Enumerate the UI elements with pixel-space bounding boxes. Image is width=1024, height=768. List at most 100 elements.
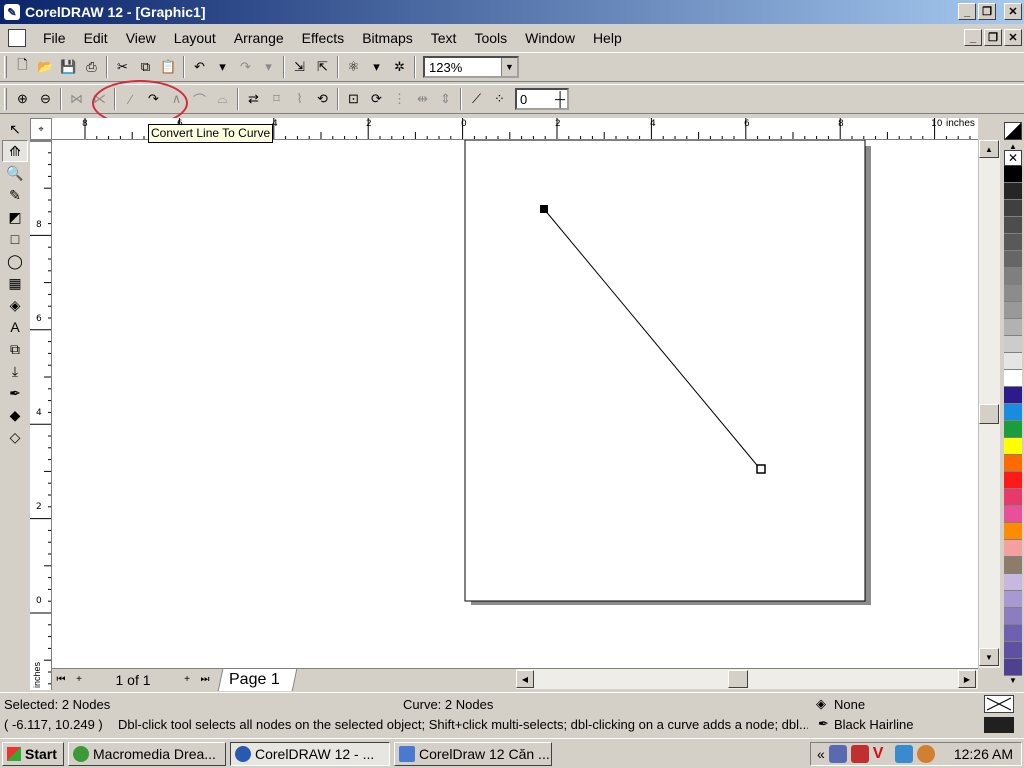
document-icon[interactable]	[8, 29, 26, 47]
extract-subpath-icon[interactable]: ⌇	[288, 88, 311, 110]
shield-icon[interactable]	[894, 745, 913, 763]
launcher-dropdown-icon[interactable]: ▾	[365, 56, 388, 78]
color-swatch[interactable]	[1004, 574, 1022, 591]
menu-bitmaps[interactable]: Bitmaps	[353, 26, 422, 50]
select-all-nodes-icon[interactable]: ⁘	[488, 88, 511, 110]
shape-tool-icon[interactable]: ⟰	[2, 140, 28, 162]
interactive-fill-tool-icon[interactable]: ◇	[2, 426, 28, 448]
vertical-scrollbar[interactable]: ▲ ▼	[978, 140, 1000, 668]
color-swatch[interactable]	[1004, 217, 1022, 234]
interactive-blend-tool-icon[interactable]: ⧉	[2, 338, 28, 360]
pick-tool-icon[interactable]: ↖	[2, 118, 28, 140]
corel-online-icon[interactable]: ✲	[388, 56, 411, 78]
zoom-tool-icon[interactable]: 🔍	[2, 162, 28, 184]
no-fill-swatch-icon[interactable]: ✕	[1004, 150, 1022, 166]
last-page-icon[interactable]: ⏭	[196, 671, 214, 689]
fill-color-swatch[interactable]	[984, 695, 1014, 713]
horizontal-scrollbar[interactable]: ◀ ▶	[516, 669, 978, 689]
color-swatch[interactable]	[1004, 319, 1022, 336]
undo-dropdown-icon[interactable]: ▾	[211, 56, 234, 78]
color-swatch[interactable]	[1004, 370, 1022, 387]
color-swatch[interactable]	[1004, 557, 1022, 574]
elastic-mode-icon[interactable]: ⟋	[465, 88, 488, 110]
auto-close-curve-icon[interactable]: ⟲	[311, 88, 334, 110]
page-tab-1[interactable]: Page 1	[217, 668, 298, 691]
reverse-curve-direction-icon[interactable]: ⇄	[242, 88, 265, 110]
maximize-button[interactable]: ❐	[978, 3, 996, 20]
color-swatch[interactable]	[1004, 472, 1022, 489]
paste-icon[interactable]: 📋	[157, 56, 180, 78]
color-swatch[interactable]	[1004, 438, 1022, 455]
toolbar-grip[interactable]	[4, 88, 7, 110]
color-swatch[interactable]	[1004, 183, 1022, 200]
color-swatch[interactable]	[1004, 353, 1022, 370]
rotate-skew-nodes-icon[interactable]: ⟳	[365, 88, 388, 110]
copy-icon[interactable]: ⧉	[134, 56, 157, 78]
make-node-symmetrical-icon[interactable]: ⌓	[211, 88, 234, 110]
align-nodes-icon[interactable]: ⋮	[388, 88, 411, 110]
eyedropper-tool-icon[interactable]: ⤓	[2, 360, 28, 382]
export-icon[interactable]: ⇱	[311, 56, 334, 78]
fill-tool-icon[interactable]: ◆	[2, 404, 28, 426]
scroll-left-icon[interactable]: ◀	[516, 670, 534, 688]
task-coreldraw[interactable]: CorelDRAW 12 - ...	[230, 741, 390, 766]
end-node[interactable]	[756, 464, 766, 474]
add-page-after-icon[interactable]: +	[178, 671, 196, 689]
graph-paper-tool-icon[interactable]: ▦	[2, 272, 28, 294]
menu-effects[interactable]: Effects	[293, 26, 354, 50]
color-swatch[interactable]	[1004, 336, 1022, 353]
vertical-ruler[interactable]: 8 6 4 2 0 inches	[30, 140, 52, 690]
outline-tool-icon[interactable]: ✒	[2, 382, 28, 404]
menu-window[interactable]: Window	[516, 26, 584, 50]
minimize-button[interactable]: _	[958, 3, 976, 20]
menu-layout[interactable]: Layout	[165, 26, 225, 50]
tray-expand-icon[interactable]: «	[817, 746, 825, 762]
first-page-icon[interactable]: ⏮	[52, 671, 70, 689]
undo-icon[interactable]: ↶	[188, 56, 211, 78]
color-swatch[interactable]	[1004, 523, 1022, 540]
color-swatch[interactable]	[1004, 540, 1022, 557]
menu-view[interactable]: View	[117, 26, 165, 50]
vertical-scroll-thumb[interactable]	[979, 404, 999, 424]
toolbar-grip[interactable]	[4, 56, 7, 78]
redo-dropdown-icon[interactable]: ▾	[257, 56, 280, 78]
color-swatch[interactable]	[1004, 200, 1022, 217]
palette-scroll-down-icon[interactable]: ▼	[1004, 676, 1022, 688]
stretch-scale-nodes-icon[interactable]: ⊡	[342, 88, 365, 110]
task-dreamweaver[interactable]: Macromedia Drea...	[68, 741, 226, 766]
ellipse-tool-icon[interactable]: ◯	[2, 250, 28, 272]
curve-smoothness-input[interactable]: 0 ┼	[515, 88, 569, 110]
smart-fill-tool-icon[interactable]: ◩	[2, 206, 28, 228]
color-swatch[interactable]	[1004, 625, 1022, 642]
menu-arrange[interactable]: Arrange	[225, 26, 293, 50]
doc-minimize-button[interactable]: _	[964, 29, 982, 46]
color-swatch[interactable]	[1004, 591, 1022, 608]
color-swatch[interactable]	[1004, 302, 1022, 319]
new-icon[interactable]: 🗋	[11, 56, 34, 78]
cut-icon[interactable]: ✂	[111, 56, 134, 78]
application-launcher-icon[interactable]: ⚛	[342, 56, 365, 78]
menu-edit[interactable]: Edit	[75, 26, 117, 50]
task-coreldraw-doc[interactable]: CorelDraw 12 Căn ...	[394, 741, 552, 766]
extend-curve-to-close-icon[interactable]: ⌑	[265, 88, 288, 110]
outline-color-swatch[interactable]	[984, 717, 1014, 733]
color-swatch[interactable]	[1004, 489, 1022, 506]
palette-scroll-up-icon[interactable]: ▲	[1004, 142, 1022, 151]
color-swatch[interactable]	[1004, 251, 1022, 268]
messenger-icon[interactable]	[916, 745, 935, 763]
redo-icon[interactable]: ↷	[234, 56, 257, 78]
color-swatch[interactable]	[1004, 506, 1022, 523]
open-icon[interactable]: 📂	[34, 56, 57, 78]
doc-close-button[interactable]: ✕	[1004, 29, 1022, 46]
menu-text[interactable]: Text	[422, 26, 466, 50]
color-swatch[interactable]	[1004, 608, 1022, 625]
color-swatch[interactable]	[1004, 268, 1022, 285]
color-swatch[interactable]	[1004, 455, 1022, 472]
zoom-level-select[interactable]: 123% ▼	[423, 56, 519, 78]
color-swatch[interactable]	[1004, 642, 1022, 659]
start-button[interactable]: Start	[2, 741, 64, 766]
horizontal-scroll-thumb[interactable]	[728, 670, 748, 688]
menu-tools[interactable]: Tools	[465, 26, 516, 50]
color-swatch[interactable]	[1004, 234, 1022, 251]
drawing-canvas[interactable]	[52, 140, 978, 668]
